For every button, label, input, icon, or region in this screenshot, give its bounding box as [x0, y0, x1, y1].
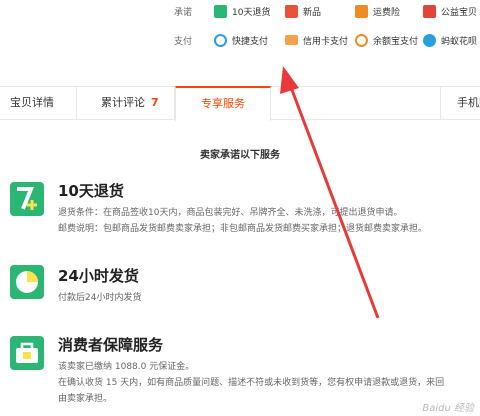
tab-reviews-label: 累计评论 — [101, 96, 145, 109]
yuebao-icon — [355, 33, 368, 47]
promise-line: 该卖家已缴纳 1088.0 元保证金。 — [58, 362, 195, 372]
yuebao-link[interactable]: 余额宝支付 — [355, 33, 418, 47]
tab-mobile-label: 手机购 — [457, 96, 480, 109]
promise-line: 由卖家承担。 — [58, 394, 113, 404]
promise-title: 10天退货 — [58, 182, 124, 200]
promise-title: 24小时发货 — [58, 267, 139, 285]
tab-bar: 宝贝详情 累计评论 7 专享服务 手机购 — [0, 86, 480, 121]
charity-label: 公益宝贝 — [441, 7, 478, 18]
shipping-insurance-link[interactable]: 运费险 — [355, 4, 400, 18]
credit-card-link[interactable]: 信用卡支付 — [285, 33, 348, 47]
charity-link[interactable]: 公益宝贝 — [423, 4, 477, 18]
pay-label: 支付 — [174, 37, 193, 47]
promise-line: 邮费说明：包邮商品发货邮费卖家承担；非包邮商品发货邮费买家承担；退货邮费卖家承担… — [58, 224, 428, 234]
new-icon — [285, 4, 298, 18]
quick-pay-link[interactable]: 快捷支付 — [214, 33, 268, 47]
tab-mobile[interactable]: 手机购 — [440, 87, 480, 120]
promise-line: 在确认收货 15 天内，如有商品质量问题、描述不符或未收到货等，您有权申请退款或… — [58, 378, 445, 388]
return-10-days-label: 10天退货 — [232, 7, 271, 18]
tab-details-label: 宝贝详情 — [10, 96, 54, 109]
promise-line: 退货条件：在商品签收10天内，商品包装完好、吊牌齐全、未洗涤，可提出退货申请。 — [58, 208, 403, 218]
shopping-bag-icon — [10, 336, 44, 370]
tab-reviews[interactable]: 累计评论 7 — [77, 87, 175, 120]
new-product-link[interactable]: 新品 — [285, 4, 321, 18]
heart-icon — [423, 4, 436, 18]
new-product-label: 新品 — [303, 7, 322, 18]
promise-line: 付款后24小时内发货 — [58, 293, 142, 303]
shipping-insurance-label: 运费险 — [373, 7, 401, 18]
credit-card-icon — [285, 35, 298, 45]
huabei-link[interactable]: 蚂蚁花呗 — [423, 33, 477, 47]
quick-pay-label: 快捷支付 — [232, 36, 269, 47]
quick-pay-icon — [214, 33, 227, 47]
tab-details[interactable]: 宝贝详情 — [0, 87, 77, 120]
section-heading: 卖家承诺以下服务 — [200, 150, 280, 161]
tab-services[interactable]: 专享服务 — [175, 86, 271, 121]
huabei-icon — [423, 33, 436, 47]
promise-label: 承诺 — [174, 8, 193, 18]
clock-icon — [10, 265, 44, 299]
huabei-label: 蚂蚁花呗 — [441, 36, 478, 47]
yuebao-label: 余额宝支付 — [373, 36, 419, 47]
promise-title: 消费者保障服务 — [58, 336, 164, 354]
promise-row: 承诺 10天退货 新品 运费险 公益宝贝 — [0, 0, 480, 24]
return-7-icon — [214, 4, 227, 18]
tab-services-label: 专享服务 — [201, 97, 245, 110]
return-7-icon — [10, 182, 44, 216]
return-10-days-link[interactable]: 10天退货 — [214, 4, 270, 18]
payment-row: 支付 快捷支付 信用卡支付 余额宝支付 蚂蚁花呗 — [0, 29, 480, 53]
credit-card-label: 信用卡支付 — [303, 36, 349, 47]
review-count: 7 — [151, 96, 159, 109]
service-bar: 承诺 10天退货 新品 运费险 公益宝贝 支付 快捷支付 信用卡支付 余额宝支付… — [0, 0, 480, 70]
watermark: Baidu 经验 — [422, 403, 474, 414]
insurance-icon — [355, 4, 368, 18]
